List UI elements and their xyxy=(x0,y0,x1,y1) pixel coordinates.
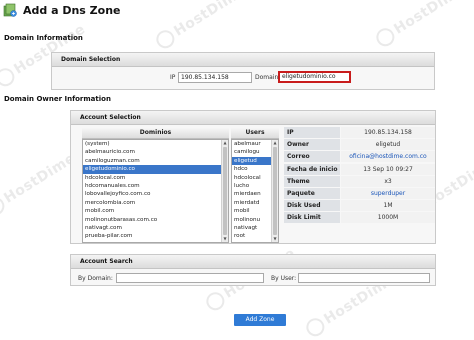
hostdime-watermark-logo xyxy=(202,288,228,314)
domain-list-item[interactable]: (system) xyxy=(83,140,228,148)
info-row: Disk Limit 1000M xyxy=(284,212,435,224)
domain-list-item[interactable]: molinonutbarasas.com.co xyxy=(83,216,228,224)
info-value: 190.85.134.158 xyxy=(341,127,435,138)
by-domain-input[interactable] xyxy=(116,273,264,283)
info-key: Theme xyxy=(284,175,340,187)
info-row: IP 190.85.134.158 xyxy=(284,127,435,139)
owner-information-heading: Domain Owner Information xyxy=(4,95,111,103)
watermark-text: HostDime xyxy=(1,150,79,207)
domain-label: Domain xyxy=(255,74,279,81)
info-key: Fecha de inicio xyxy=(284,163,340,175)
hostdime-watermark-logo xyxy=(152,26,178,52)
hostdime-watermark-logo xyxy=(302,314,328,340)
info-value[interactable]: superduper xyxy=(341,188,435,199)
hostdime-watermark-logo xyxy=(0,64,18,90)
users-scrollbar[interactable]: ▲ ▼ xyxy=(271,140,278,242)
info-value: 1000M xyxy=(341,212,435,224)
hostdime-watermark-logo xyxy=(0,193,8,219)
watermark-text: HostDime xyxy=(391,0,469,38)
by-domain-label: By Domain: xyxy=(78,275,113,282)
add-zone-button[interactable]: Add Zone xyxy=(234,314,286,326)
by-user-label: By User: xyxy=(271,275,297,282)
domain-list-item[interactable]: lobovallejoyfico.com.co xyxy=(83,190,228,198)
ip-input[interactable]: 190.85.134.158 xyxy=(178,72,252,83)
scroll-down-arrow-icon[interactable]: ▼ xyxy=(222,236,228,242)
info-value: 1M xyxy=(341,200,435,212)
info-key: IP xyxy=(284,127,340,138)
users-header: Users xyxy=(231,128,279,139)
domain-list-item[interactable]: nativagt.com xyxy=(83,224,228,232)
by-user-input[interactable] xyxy=(298,273,430,283)
scroll-down-arrow-icon[interactable]: ▼ xyxy=(272,236,278,242)
domain-list-item[interactable]: camiloguzman.com xyxy=(83,157,228,165)
users-listbox[interactable]: abelmaur camilogu eligetud hdco hdcolocal luc… xyxy=(231,139,279,243)
domains-items: (system) abelmauricio.com camiloguzman.com… xyxy=(83,140,228,241)
info-value: eligetud xyxy=(341,139,435,151)
account-selection-title: Account Selection xyxy=(71,111,435,125)
users-column: Users abelmaur camilogu eligetud hdco hdcolo… xyxy=(231,128,279,243)
scroll-up-arrow-icon[interactable]: ▲ xyxy=(222,140,228,146)
info-key: Paquete xyxy=(284,188,340,199)
domains-header: Dominios xyxy=(82,128,229,139)
domain-list-item[interactable]: mobil.com xyxy=(83,207,228,215)
info-value: x3 xyxy=(341,175,435,187)
info-key: Disk Limit xyxy=(284,212,340,224)
watermark-text: HostDime xyxy=(171,0,249,40)
domain-selection-title: Domain Selection xyxy=(52,53,434,67)
info-value: 13 Sep 10 09:27 xyxy=(341,163,435,175)
hostdime-watermark-logo xyxy=(372,24,398,50)
info-row: Fecha de inicio 13 Sep 10 09:27 xyxy=(284,163,435,176)
domains-scrollbar[interactable]: ▲ ▼ xyxy=(221,140,228,242)
domain-information-heading: Domain Information xyxy=(4,34,83,42)
info-row: Paquete superduper xyxy=(284,188,435,200)
domain-list-item[interactable]: prueba-pilar.com xyxy=(83,232,228,240)
users-scroll-thumb[interactable] xyxy=(273,147,277,235)
domain-list-item[interactable]: mercolombia.com xyxy=(83,199,228,207)
account-search-box: Account Search By Domain: By User: xyxy=(70,254,436,286)
info-value[interactable]: oficina@hostdime.com.co xyxy=(341,151,435,163)
dns-zone-icon xyxy=(3,3,17,17)
domain-list-item[interactable]: eligetudominio.co xyxy=(83,165,228,174)
info-key: Correo electrónico xyxy=(284,151,340,171)
domains-column: Dominios (system) abelmauricio.com camilog… xyxy=(82,128,229,243)
page-title: Add a Dns Zone xyxy=(23,4,121,17)
domain-list-item[interactable]: hdcolocal.com xyxy=(83,174,228,182)
domains-scroll-thumb[interactable] xyxy=(223,147,227,235)
domain-list-item[interactable]: abelmauricio.com xyxy=(83,148,228,156)
info-row: Correo electrónicooficina@hostdime.com.c… xyxy=(284,151,435,171)
domain-input[interactable]: eligetudominio.co xyxy=(278,71,351,83)
info-row: Theme x3 xyxy=(284,175,435,188)
domains-listbox[interactable]: (system) abelmauricio.com camiloguzman.com… xyxy=(82,139,229,243)
domain-selection-box: Domain Selection IP 190.85.134.158 Domai… xyxy=(51,52,435,90)
scroll-up-arrow-icon[interactable]: ▲ xyxy=(272,140,278,146)
ip-label: IP xyxy=(170,74,176,81)
info-key: Disk Used xyxy=(284,200,340,212)
account-search-title: Account Search xyxy=(71,255,435,269)
info-row: Disk Used 1M xyxy=(284,200,435,212)
info-row: Owner eligetud xyxy=(284,139,435,151)
info-key: Owner xyxy=(284,139,340,151)
domain-list-item[interactable]: hdcomanuales.com xyxy=(83,182,228,190)
